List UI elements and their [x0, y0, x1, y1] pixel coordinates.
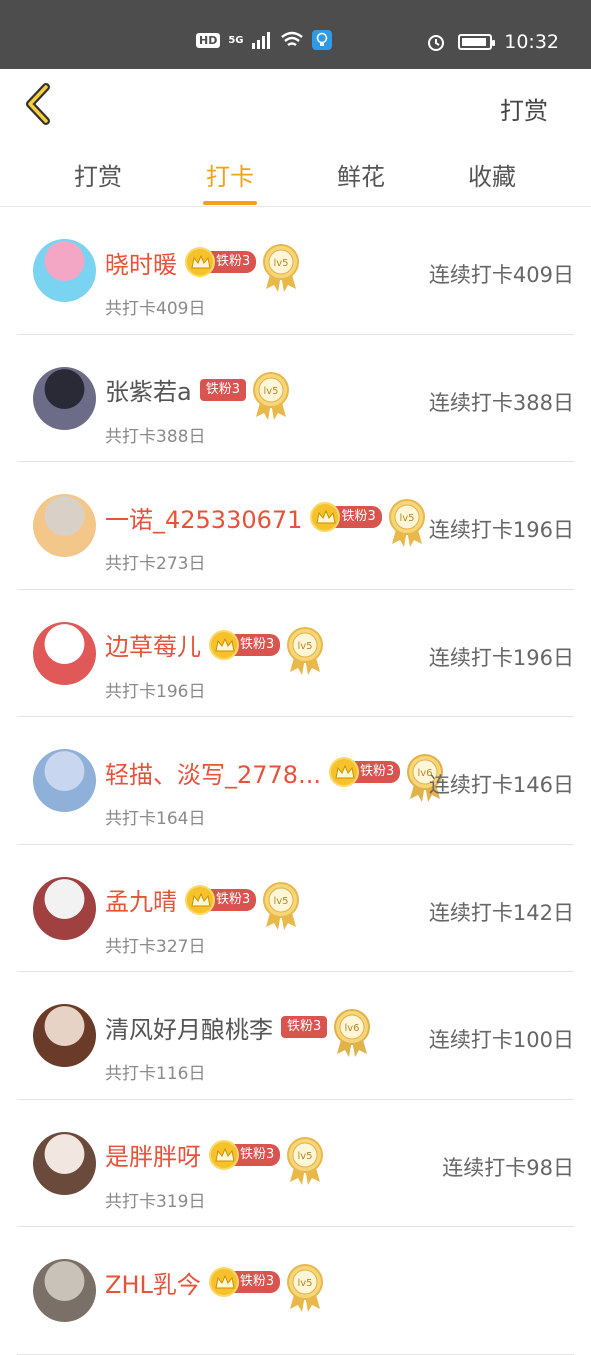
user-name[interactable]: 张紫若a: [105, 372, 192, 407]
level-medal-icon: lv5: [287, 1264, 324, 1312]
level-text: lv5: [399, 513, 414, 524]
streak-checkin: 连续打卡146日: [428, 773, 574, 797]
tab-active-indicator: [203, 201, 257, 205]
user-name[interactable]: 轻描、淡写_2778...: [105, 755, 321, 790]
level-text: lv5: [274, 896, 289, 907]
signal-5g-label: 5G: [228, 34, 244, 46]
crown-icon: [328, 757, 359, 787]
name-line: 边草莓儿 铁粉3 lv5: [105, 620, 324, 675]
level-medal-icon: lv5: [287, 626, 324, 675]
list-item[interactable]: 清风好月酿桃李 铁粉3 lv6 共打卡116日 连续打卡100日: [17, 972, 574, 1100]
avatar[interactable]: [33, 1004, 96, 1067]
crown-icon: [208, 1267, 239, 1297]
header-reward-link[interactable]: 打赏: [500, 91, 548, 126]
total-checkin: 共打卡388日: [105, 426, 206, 447]
crown-icon: [185, 247, 215, 277]
list-item[interactable]: 晓时暖 铁粉3 lv5 共打卡409日 连续打卡409日: [17, 207, 574, 335]
streak-checkin: 连续打卡100日: [428, 1028, 574, 1052]
crown-icon: [185, 884, 215, 915]
level-text: lv5: [274, 258, 289, 269]
avatar[interactable]: [33, 749, 96, 812]
streak-checkin: 连续打卡196日: [428, 645, 574, 670]
list-item[interactable]: 边草莓儿 铁粉3 lv5 共打卡196日 连续打卡196日: [17, 590, 574, 717]
level-medal-icon: lv5: [263, 244, 300, 292]
name-line: 张紫若a 铁粉3 lv5: [105, 365, 290, 420]
user-name[interactable]: 孟九晴: [105, 882, 177, 917]
checkin-list: 晓时暖 铁粉3 lv5 共打卡409日 连续打卡409日 张紫若a 铁粉3 lv…: [0, 207, 591, 1355]
total-checkin: 共打卡273日: [105, 554, 206, 574]
total-checkin: 共打卡319日: [105, 1191, 206, 1212]
crown-icon: [209, 1139, 239, 1170]
avatar[interactable]: [33, 621, 96, 685]
avatar[interactable]: [33, 366, 96, 430]
tab-flowers[interactable]: 鲜花: [337, 157, 385, 192]
level-medal-icon: lv6: [334, 1009, 371, 1057]
total-checkin: 共打卡409日: [105, 299, 206, 319]
signal-icon: [251, 32, 270, 49]
user-name[interactable]: 是胖胖呀: [105, 1137, 201, 1172]
level-text: lv5: [263, 386, 278, 397]
level-medal-icon: lv5: [287, 1136, 324, 1185]
level-medal-icon: lv5: [388, 499, 425, 547]
list-item[interactable]: 轻描、淡写_2778... 铁粉3 lv6 共打卡164日 连续打卡146日: [17, 717, 574, 845]
streak-checkin: 连续打卡196日: [428, 518, 574, 542]
header: 打赏: [0, 69, 591, 141]
list-item[interactable]: 张紫若a 铁粉3 lv5 共打卡388日 连续打卡388日: [17, 335, 574, 462]
fan-badge: 铁粉3: [199, 378, 246, 401]
name-line: 晓时暖 铁粉3 lv5: [105, 237, 300, 292]
level-text: lv5: [298, 1151, 313, 1162]
name-line: 一诺_425330671 铁粉3 lv5: [105, 492, 426, 547]
level-medal-icon: lv5: [263, 881, 300, 930]
bulb-icon: [311, 30, 332, 50]
status-time: 10:32: [504, 31, 559, 53]
avatar[interactable]: [33, 1131, 96, 1195]
avatar[interactable]: [33, 239, 96, 302]
list-item[interactable]: ZHL乳今 铁粉3 lv5: [17, 1227, 574, 1355]
user-name[interactable]: 清风好月酿桃李: [105, 1010, 273, 1045]
avatar[interactable]: [33, 876, 96, 940]
total-checkin: 共打卡196日: [105, 681, 206, 702]
user-name[interactable]: 晓时暖: [105, 245, 177, 280]
battery-icon: [458, 34, 496, 50]
chevron-left-icon: [26, 83, 50, 125]
tab-favorites[interactable]: 收藏: [468, 157, 516, 192]
user-name[interactable]: 边草莓儿: [105, 627, 201, 662]
name-line: ZHL乳今 铁粉3 lv5: [105, 1257, 324, 1312]
level-text: lv6: [345, 1023, 360, 1034]
name-line: 是胖胖呀 铁粉3 lv5: [105, 1130, 324, 1185]
level-medal-icon: lv5: [253, 371, 289, 420]
streak-checkin: 连续打卡388日: [428, 390, 574, 415]
user-name[interactable]: 一诺_425330671: [105, 500, 302, 535]
streak-checkin: 连续打卡409日: [428, 263, 574, 287]
total-checkin: 共打卡164日: [105, 809, 206, 829]
total-checkin: 共打卡327日: [105, 936, 206, 957]
list-item[interactable]: 是胖胖呀 铁粉3 lv5 共打卡319日 连续打卡98日: [17, 1100, 574, 1227]
level-text: lv5: [298, 641, 313, 652]
total-checkin: 共打卡116日: [105, 1064, 206, 1084]
back-button[interactable]: [22, 83, 62, 125]
fan-badge: 铁粉3: [281, 1016, 328, 1038]
list-item[interactable]: 一诺_425330671 铁粉3 lv5 共打卡273日 连续打卡196日: [17, 462, 574, 590]
avatar[interactable]: [33, 494, 96, 557]
alarm-icon: [428, 35, 445, 51]
tab-reward[interactable]: 打赏: [74, 157, 122, 192]
name-line: 轻描、淡写_2778... 铁粉3 lv6: [105, 747, 444, 802]
hd-icon: HD: [196, 32, 221, 48]
wifi-icon: [280, 31, 303, 47]
name-line: 孟九晴 铁粉3 lv5: [105, 875, 300, 930]
streak-checkin: 连续打卡98日: [442, 1155, 574, 1180]
tab-bar: 打赏 打卡 鲜花 收藏: [0, 141, 591, 207]
name-line: 清风好月酿桃李 铁粉3 lv6: [105, 1002, 371, 1057]
tab-checkin[interactable]: 打卡: [206, 157, 254, 192]
list-item[interactable]: 孟九晴 铁粉3 lv5 共打卡327日 连续打卡142日: [17, 845, 574, 972]
streak-checkin: 连续打卡142日: [428, 900, 574, 925]
crown-icon: [209, 629, 239, 660]
user-name[interactable]: ZHL乳今: [105, 1265, 201, 1300]
avatar[interactable]: [33, 1259, 96, 1322]
status-bar: HD 5G 10:32: [0, 0, 591, 69]
